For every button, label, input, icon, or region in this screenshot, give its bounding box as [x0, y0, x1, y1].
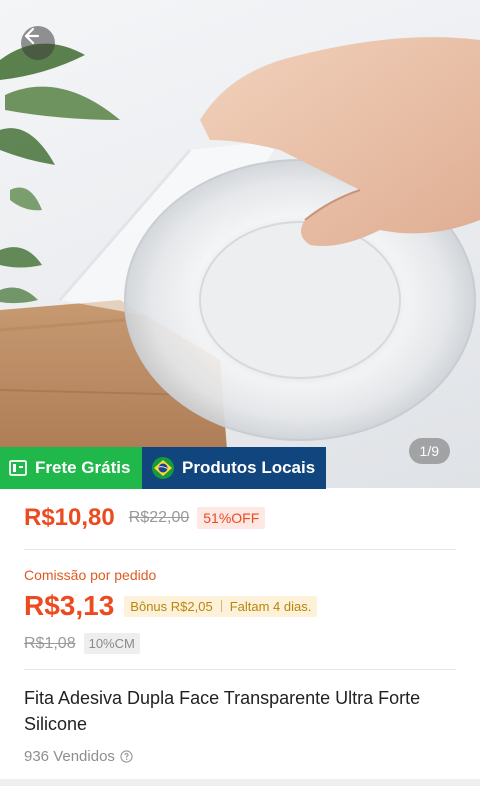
- bonus-deadline: Faltam 4 dias.: [229, 598, 312, 614]
- product-badges: Frete Grátis Produtos Locais: [0, 447, 326, 489]
- local-products-label: Produtos Locais: [182, 458, 316, 477]
- free-shipping-label: Frete Grátis: [35, 458, 131, 477]
- sold-count: 936 Vendidos: [24, 748, 115, 765]
- image-page-indicator: 1/9: [408, 438, 450, 464]
- divider: [24, 549, 456, 550]
- bonus-chip: Bônus R$2,05 Faltam 4 dias.: [124, 595, 318, 617]
- commission-old-row: R$1,08 10%CM: [24, 633, 140, 654]
- commission-rate-badge: 10%CM: [83, 633, 140, 654]
- shipping-icon: [9, 460, 27, 476]
- product-title: Fita Adesiva Dupla Face Transparente Ult…: [24, 688, 421, 734]
- commission-label: Comissão por pedido: [24, 567, 157, 583]
- back-button[interactable]: [21, 26, 55, 60]
- section-separator-bar: [0, 779, 480, 786]
- product-image-gallery[interactable]: 1/9: [0, 0, 480, 488]
- commission-value: R$3,13: [24, 590, 115, 621]
- divider: [24, 669, 456, 670]
- current-price: R$10,80: [24, 504, 115, 531]
- discount-badge: 51%OFF: [197, 507, 266, 529]
- bonus-separator: [220, 600, 222, 612]
- brazil-flag-icon: [152, 457, 174, 479]
- sold-count-row: 936 Vendidos: [24, 748, 133, 765]
- product-photo: [0, 37, 480, 488]
- bonus-amount: Bônus R$2,05: [130, 598, 213, 614]
- commission-old-value: R$1,08: [24, 634, 76, 652]
- help-icon[interactable]: [120, 750, 133, 763]
- local-products-badge: Produtos Locais: [142, 447, 326, 489]
- original-price: R$22,00: [128, 509, 190, 526]
- free-shipping-badge: Frete Grátis: [0, 447, 142, 489]
- arrow-left-icon: [24, 27, 40, 45]
- price-row: R$10,80 R$22,00 51%OFF: [24, 504, 266, 532]
- commission-row: R$3,13 Bônus R$2,05 Faltam 4 dias.: [24, 590, 318, 622]
